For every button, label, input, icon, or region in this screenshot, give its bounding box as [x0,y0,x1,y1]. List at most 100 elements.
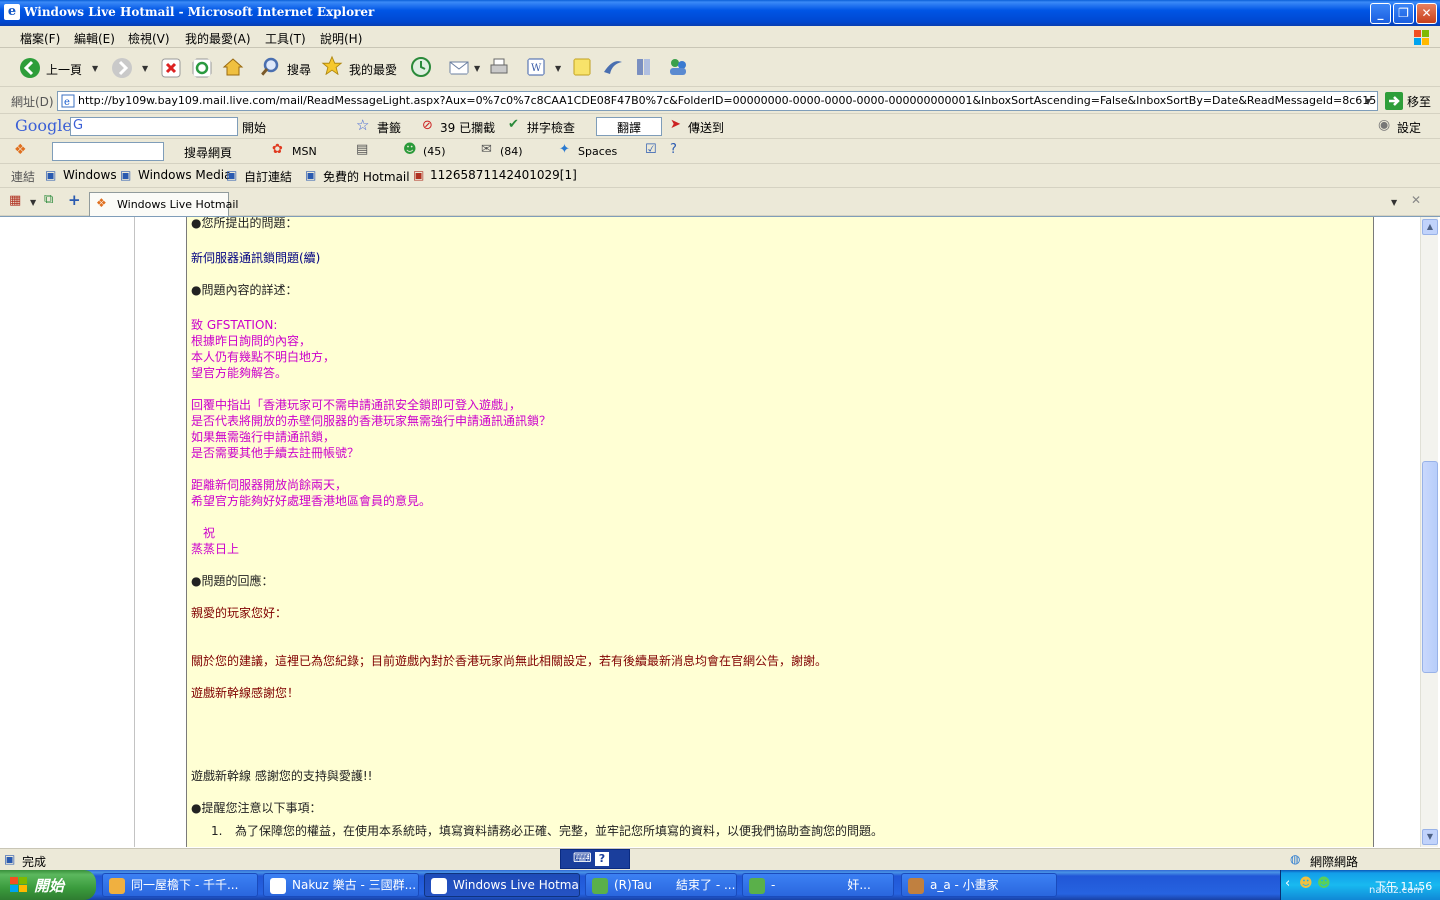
vertical-scrollbar[interactable]: ▲ ▼ [1420,217,1438,847]
sendto-button[interactable]: 傳送到 [688,119,724,136]
search-icon[interactable] [259,56,281,78]
taskbar-item[interactable]: - 奸... [742,873,894,897]
address-input[interactable]: e http://by109w.bay109.mail.live.com/mai… [57,91,1378,111]
mail-count[interactable]: (84) [500,145,523,158]
taskbar-item[interactable]: Nakuz 樂古 - 三國群... [263,873,419,897]
address-bar: 網址(D) e http://by109w.bay109.mail.live.c… [0,88,1440,114]
ie-icon: e [4,4,20,20]
checkbox-tool-icon[interactable]: ☑ [645,142,657,157]
favorites-star-icon[interactable] [321,55,343,77]
spellcheck-button[interactable]: 拼字檢查 [527,119,575,136]
tray-buddy-icon[interactable]: ☻ [1317,876,1331,891]
note-icon[interactable] [571,56,593,78]
taskbar-item[interactable]: (R)Tau 結束了 - ... [585,873,737,897]
ime-help-icon[interactable]: ? [595,852,609,866]
search-web-button[interactable]: 搜尋網頁 [184,144,232,161]
internet-zone-icon: ◍ [1290,852,1301,866]
popup-blocked-count[interactable]: 39 已攔截 [440,119,495,136]
menu-help[interactable]: 說明(H) [320,30,362,47]
address-label: 網址(D) [11,95,54,109]
reply-body: 關於您的建議，這裡已為您紀錄；目前遊戲內對於香港玩家尚無此相關設定，若有後續最新… [191,654,828,668]
svg-text:W: W [531,63,542,74]
scroll-up-icon[interactable]: ▲ [1422,219,1438,235]
notice-header: ●提醒您注意以下事項： [191,801,322,815]
google-search-input[interactable]: G [70,117,238,136]
tray-expand-icon[interactable]: ‹ [1285,876,1290,891]
address-dropdown-icon[interactable]: ▼ [1365,97,1371,106]
menu-edit[interactable]: 編輯(E) [74,30,115,47]
mail-dropdown-icon[interactable]: ▼ [474,64,480,73]
go-arrow-icon[interactable] [1385,92,1403,110]
msn-button[interactable]: MSN [292,145,317,158]
edit-word-icon[interactable]: W [525,56,547,78]
forward-dropdown-icon[interactable]: ▼ [142,64,148,73]
ime-toolbar[interactable]: ⌨ ? [560,849,630,869]
edit-dropdown-icon[interactable]: ▼ [555,64,561,73]
bookmarks-button[interactable]: 書籤 [377,119,401,136]
google-start-button[interactable]: 開始 [242,119,266,136]
bookmark-star-icon[interactable]: ☆ [356,116,369,134]
home-icon[interactable] [222,56,244,78]
tray-face-icon[interactable]: ☻ [1299,876,1313,891]
link-windows[interactable]: Windows [63,168,117,182]
refresh-icon[interactable] [191,57,213,79]
contacts-icon[interactable] [667,56,689,78]
menu-bar: 檔案(F) 編輯(E) 檢視(V) 我的最愛(A) 工具(T) 說明(H) [0,26,1440,48]
menu-favorites[interactable]: 我的最愛(A) [185,30,251,47]
menu-tools[interactable]: 工具(T) [265,30,306,47]
back-dropdown-icon[interactable]: ▼ [92,64,98,73]
messenger-icon[interactable] [602,56,624,78]
link-free-hotmail[interactable]: 免費的 Hotmail [323,168,410,185]
taskbar-item-active[interactable]: Windows Live Hotmai... [424,873,580,897]
link-image-file[interactable]: 11265871142401029[1] [430,168,577,182]
body-line: 根據昨日詢問的內容， [191,334,312,348]
back-icon[interactable] [19,57,41,79]
research-icon[interactable] [634,56,656,78]
taskbar-item[interactable]: a_a - 小畫家 [901,873,1057,897]
go-button[interactable]: 移至 [1407,93,1431,110]
menu-view[interactable]: 檢視(V) [128,30,170,47]
link-windows-media[interactable]: Windows Media [138,168,231,182]
minimize-button[interactable]: _ [1370,3,1391,24]
stop-icon[interactable] [160,57,182,79]
body-line: 距離新伺服器開放尚餘兩天， [191,478,348,492]
tab-list-dropdown-icon[interactable]: ▼ [30,198,36,207]
taskbar-item[interactable]: 同一屋檐下 - 千千... [102,873,258,897]
msn-search-input[interactable] [52,142,164,161]
print-icon[interactable] [488,56,510,78]
settings-button[interactable]: 設定 [1397,119,1421,136]
question-header: ●您所提出的問題： [191,217,298,230]
link-custom[interactable]: 自訂連結 [244,168,292,185]
search-button[interactable]: 搜尋 [287,61,311,78]
back-button[interactable]: 上一頁 [46,61,82,78]
scroll-thumb[interactable] [1422,461,1438,673]
messenger-count[interactable]: (45) [423,145,446,158]
link-page-icon: ▣ [226,168,238,182]
windows-logo-icon [1414,30,1429,45]
body-line: 致 GFSTATION: [191,318,278,332]
history-icon[interactable] [410,56,432,78]
settings-circle-icon: ◉ [1378,117,1391,133]
spaces-button[interactable]: Spaces [578,145,617,158]
face-icon [109,878,125,894]
close-button[interactable]: ✕ [1416,3,1437,24]
windows-flag-icon[interactable]: ❖ [14,142,27,158]
maximize-button[interactable]: ❐ [1393,3,1414,24]
favorites-button[interactable]: 我的最愛 [349,61,397,78]
mail-icon[interactable] [448,56,470,78]
scroll-down-icon[interactable]: ▼ [1422,829,1438,845]
new-tab-icon[interactable]: + [68,191,81,209]
tab-menu-dropdown-icon[interactable]: ▼ [1391,198,1397,207]
tab-grid-icon[interactable]: ⧉ [44,192,53,207]
help-icon[interactable]: ? [670,142,677,157]
ie-task-icon [270,878,286,894]
start-button[interactable]: 開始 [0,870,96,900]
close-tab-icon[interactable]: ✕ [1411,193,1421,207]
menu-file[interactable]: 檔案(F) [20,30,60,47]
forward-icon[interactable] [111,57,133,79]
quick-tabs-icon[interactable]: ▦ [9,193,21,208]
rss-icon[interactable]: ▤ [356,142,368,157]
tab-hotmail[interactable]: ❖ Windows Live Hotmail [89,192,238,216]
translate-button[interactable]: 翻譯 [596,117,662,136]
keyboard-icon[interactable]: ⌨ [573,851,592,866]
